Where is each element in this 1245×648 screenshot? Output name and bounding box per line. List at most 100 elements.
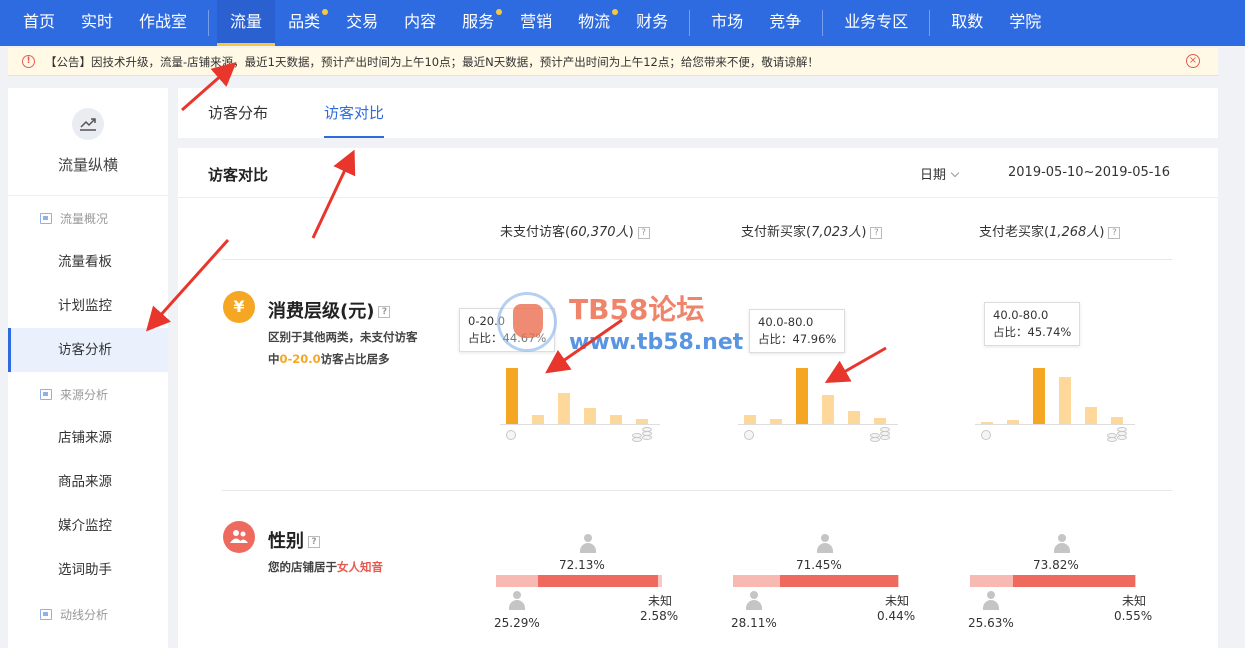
tab-visitor-distribution[interactable]: 访客分布 [208,88,268,138]
nav-item-2[interactable]: 作战室 [126,0,200,46]
date-dropdown[interactable]: 日期 [920,164,960,183]
chart-bar[interactable] [1085,407,1097,424]
unknown-label: 未知 [885,594,910,608]
top-nav: 首页 实时 作战室 流量 品类 交易 内容 服务 营销 物流 财务 市场 竞争 业务专区 取数 学院 [0,0,1245,46]
sidebar-item[interactable]: 访客分析 [8,328,168,372]
chart-bar[interactable] [796,368,808,424]
tab-visitor-comparison[interactable]: 访客对比 [324,88,385,138]
chart-bar[interactable] [532,415,544,424]
consumption-description: 区别于其他两类，未支付访客中0-20.0访客占比居多 [268,326,418,370]
nav-item-8[interactable]: 营销 [507,0,565,46]
gender-title-text: 性别 [268,531,304,552]
unknown-label: 未知 [648,594,673,608]
unknown-percentage: 0.55% [1114,609,1153,623]
female-person-icon [579,534,597,554]
chart-bar[interactable] [848,411,860,424]
nav-item-14[interactable]: 取数 [938,0,996,46]
chart-bar[interactable] [610,415,622,424]
sidebar-item[interactable]: 流量看板 [8,240,168,284]
nav-item-3[interactable]: 流量 [217,0,276,46]
coin-stack-icon [1107,427,1127,442]
nav-item-label: 物流 [578,12,611,31]
nav-item-10[interactable]: 财务 [623,0,681,46]
column-header-unpaid: 未支付访客(60,370人)? [500,221,650,240]
sidebar-item[interactable]: 计划监控 [8,284,168,328]
nav-item-1[interactable]: 实时 [68,0,126,46]
nav-item-15[interactable]: 学院 [996,0,1054,46]
tooltip-range: 40.0-80.0 [758,315,814,329]
female-segment [537,575,658,587]
help-icon[interactable]: ? [1108,226,1121,239]
sidebar-item[interactable]: 店铺来源 [8,416,168,460]
coin-small-icon [744,430,754,440]
chart-bar[interactable] [981,422,993,424]
chart-bar[interactable] [874,418,886,424]
chart-bar[interactable] [744,415,756,424]
help-icon[interactable]: ? [378,306,391,318]
nav-item-12[interactable]: 竞争 [756,0,814,46]
coin-small-icon [506,430,516,440]
coin-stack-icon [870,427,890,442]
sidebar-item[interactable]: 商品来源 [8,460,168,504]
gender-bar[interactable] [733,575,899,587]
sidebar-group-label: 来源分析 [60,387,109,402]
chart-bar[interactable] [636,419,648,424]
male-person-icon [745,591,763,611]
nav-item-13[interactable]: 业务专区 [831,0,921,46]
chart-bar[interactable] [770,419,782,424]
close-icon[interactable]: × [1186,54,1200,68]
gender-description-prefix: 您的店铺居于 [268,560,337,574]
sidebar-title: 流量纵横 [57,156,118,174]
help-icon[interactable]: ? [308,536,320,548]
tooltip-ratio: 占比：44.67% [468,331,547,345]
nav-item-label: 内容 [404,12,437,31]
nav-item-label: 学院 [1009,12,1042,31]
nav-item-11[interactable]: 市场 [698,0,756,46]
yen-icon: ¥ [223,291,255,323]
visitor-comparison-panel: 访客对比 日期 2019-05-10~2019-05-16 未支付访客(60,3… [178,148,1218,648]
nav-item-label: 竞争 [769,12,802,31]
male-segment [970,575,1013,587]
chart-bar[interactable] [1059,377,1071,424]
chart-bar[interactable] [1033,368,1045,424]
nav-item-0[interactable]: 首页 [10,0,68,46]
column-header-old-buyers: 支付老买家(1,268人)? [979,221,1121,240]
tooltip-range: 40.0-80.0 [993,308,1049,322]
chart-bar[interactable] [558,393,570,424]
chart-baseline [975,424,1135,425]
female-segment [1012,575,1136,587]
gender-bar[interactable] [970,575,1136,587]
sidebar-item[interactable]: 店内路径 [8,636,168,648]
chart-bar[interactable] [584,408,596,424]
male-person-icon [508,591,526,611]
sidebar-menu: 流量概况 流量看板 计划监控 访客分析 来源分析 店铺来源 商品来源 媒介监控 选词助手 动线分析… [8,196,168,648]
column-count: 1,268人 [1049,225,1100,240]
sidebar-group-label: 动线分析 [60,607,109,622]
help-icon[interactable]: ? [870,226,883,239]
male-segment [496,575,538,587]
chart-bar[interactable] [1111,417,1123,424]
nav-item-6[interactable]: 内容 [391,0,449,46]
chart-bar[interactable] [1007,420,1019,424]
sidebar-item[interactable]: 选词助手 [8,548,168,592]
female-person-icon [816,534,834,554]
sidebar-item[interactable]: 媒介监控 [8,504,168,548]
female-percentage: 73.82% [1033,558,1079,572]
nav-item-9[interactable]: 物流 [565,0,623,46]
help-icon[interactable]: ? [637,226,650,239]
chart-logo-icon [72,108,104,140]
people-icon [223,521,255,553]
date-range: 2019-05-10~2019-05-16 [1008,165,1170,180]
notice-text: 【公告】因技术升级，流量-店铺来源，最近1天数据，预计产出时间为上午10点；最近… [45,54,819,69]
divider [222,490,1172,491]
nav-item-7[interactable]: 服务 [449,0,507,46]
nav-item-4[interactable]: 品类 [275,0,333,46]
gender-bar[interactable] [496,575,662,587]
nav-item-label: 交易 [346,12,379,31]
coin-small-icon [981,430,991,440]
nav-separator [208,10,210,36]
date-dropdown-label: 日期 [920,168,947,183]
chart-bar[interactable] [822,395,834,424]
nav-item-5[interactable]: 交易 [333,0,391,46]
chart-bar[interactable] [506,368,518,424]
